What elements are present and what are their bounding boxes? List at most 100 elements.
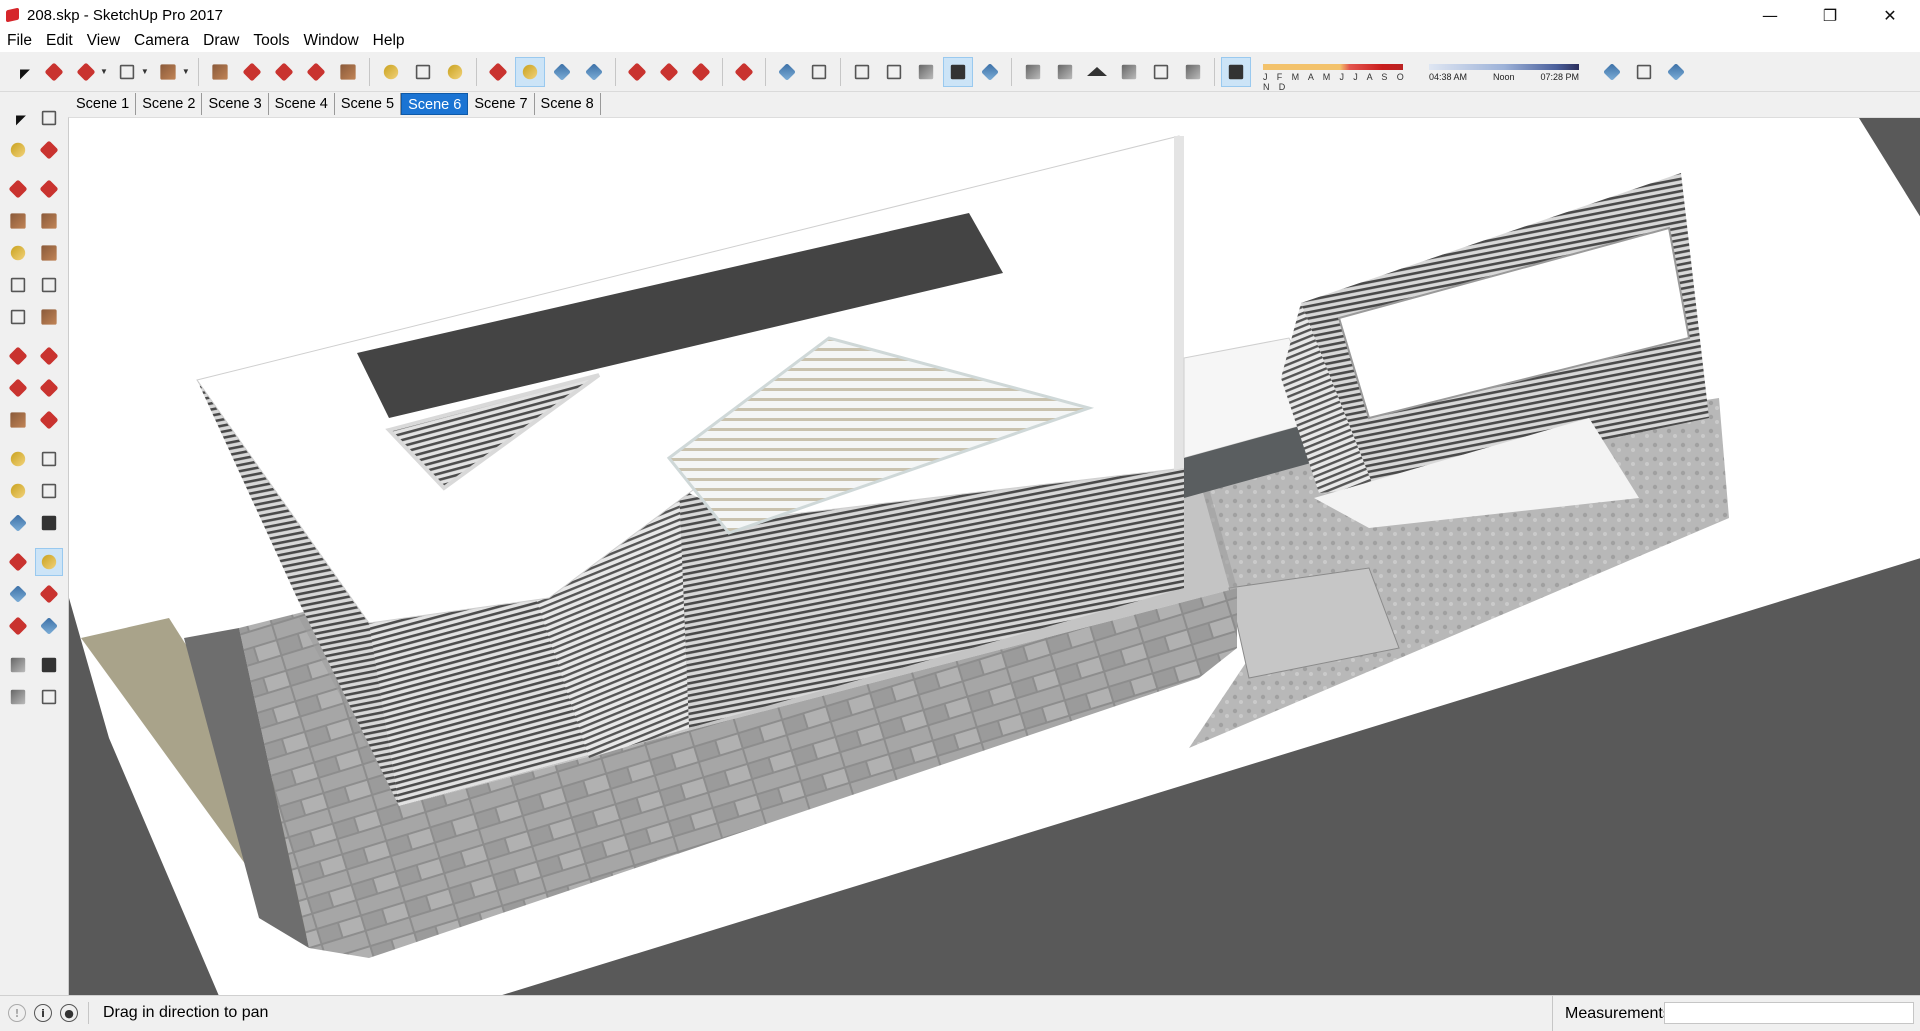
palette-rotate-button[interactable] [4,374,32,402]
palette-section-plane-button[interactable] [35,683,63,711]
zoom-button[interactable] [547,57,577,87]
tab-scene-2[interactable]: Scene 2 [136,93,203,115]
measurements-input[interactable] [1664,1002,1914,1024]
palette-position-camera-button[interactable] [4,651,32,679]
model-scene[interactable] [69,118,1920,995]
palette-line-button[interactable] [4,175,32,203]
right-view-button[interactable] [1114,57,1144,87]
palette-look-around-button[interactable] [35,651,63,679]
monochrome-button[interactable] [975,57,1005,87]
pan-button[interactable] [514,56,545,87]
tape-measure-button[interactable] [376,57,406,87]
palette-tape-button[interactable] [4,445,32,473]
shape-tool-button[interactable] [153,57,183,87]
palette-pan-button[interactable] [35,548,63,576]
palette-3pt-arc-button[interactable] [4,303,32,331]
tab-scene-1[interactable]: Scene 1 [70,93,137,115]
left-view-button[interactable] [1178,57,1208,87]
palette-zoom-extents-button[interactable] [4,612,32,640]
add-location-button[interactable] [1597,57,1627,87]
iso-view-button[interactable] [1018,57,1048,87]
palette-freehand-button[interactable] [35,175,63,203]
restore-button[interactable]: ❐ [1800,0,1860,30]
palette-rectangle-button[interactable] [4,207,32,235]
geolocation-status-icon[interactable]: ! [8,1004,26,1022]
time-slider[interactable] [1429,64,1579,70]
xray-button[interactable] [772,57,802,87]
orbit-button[interactable] [483,57,513,87]
palette-offset-button[interactable] [35,406,63,434]
wireframe-button[interactable] [847,57,877,87]
menu-tools[interactable]: Tools [246,30,296,52]
palette-zoom-button[interactable] [4,580,32,608]
paint-bucket-button[interactable] [440,57,470,87]
move-button[interactable] [269,57,299,87]
palette-follow-me-button[interactable] [35,374,63,402]
palette-orbit-button[interactable] [4,548,32,576]
eraser-tool-button[interactable] [39,57,69,87]
top-view-button[interactable] [1050,57,1080,87]
push-pull-button[interactable] [205,57,235,87]
arc-dropdown-icon[interactable]: ▼ [141,67,149,76]
share-component-button[interactable] [686,57,716,87]
back-edges-button[interactable] [804,57,834,87]
palette-component-button[interactable] [35,104,63,132]
shaded-button[interactable] [911,57,941,87]
menu-draw[interactable]: Draw [196,30,246,52]
tab-scene-3[interactable]: Scene 3 [202,93,269,115]
hidden-line-button[interactable] [879,57,909,87]
tab-scene-4[interactable]: Scene 4 [269,93,335,115]
palette-rotated-rectangle-button[interactable] [35,207,63,235]
palette-push-pull-button[interactable] [35,342,63,370]
shaded-textures-button[interactable] [942,56,973,87]
line-tool-button[interactable] [71,57,101,87]
minimize-button[interactable]: — [1740,0,1800,30]
palette-polygon-button[interactable] [35,239,63,267]
tab-scene-7[interactable]: Scene 7 [468,93,535,115]
menu-help[interactable]: Help [366,30,412,52]
palette-paint-button[interactable] [4,136,32,164]
front-view-button[interactable] [1082,57,1112,87]
menu-edit[interactable]: Edit [39,30,80,52]
user-account-icon[interactable]: ● [60,1004,78,1022]
palette-protractor-button[interactable] [4,477,32,505]
scale-button[interactable] [333,57,363,87]
palette-eraser-button[interactable] [35,136,63,164]
shape-dropdown-icon[interactable]: ▼ [182,67,190,76]
palette-walk-button[interactable] [4,683,32,711]
credits-info-icon[interactable]: i [34,1004,52,1022]
palette-3d-text-button[interactable] [35,509,63,537]
back-view-button[interactable] [1146,57,1176,87]
shadows-toggle-button[interactable] [1220,56,1251,87]
extension-warehouse-button[interactable] [729,57,759,87]
palette-move-button[interactable] [4,342,32,370]
palette-dimension-button[interactable] [35,445,63,473]
palette-zoom-window-button[interactable] [35,580,63,608]
close-button[interactable]: ✕ [1860,0,1920,30]
tab-scene-5[interactable]: Scene 5 [335,93,402,115]
rotate-button[interactable] [301,57,331,87]
palette-2pt-arc-button[interactable] [35,271,63,299]
share-model-button[interactable] [654,57,684,87]
palette-circle-button[interactable] [4,239,32,267]
text-button[interactable] [408,57,438,87]
offset-button[interactable] [237,57,267,87]
palette-text-button[interactable] [35,477,63,505]
palette-previous-view-button[interactable] [35,612,63,640]
palette-pie-button[interactable] [35,303,63,331]
photo-textures-button[interactable] [1661,57,1691,87]
arc-tool-button[interactable] [112,57,142,87]
tab-scene-8[interactable]: Scene 8 [535,93,601,115]
palette-axes-button[interactable] [4,509,32,537]
zoom-extents-button[interactable] [579,57,609,87]
menu-file[interactable]: File [0,30,39,52]
menu-camera[interactable]: Camera [127,30,196,52]
tab-scene-6[interactable]: Scene 6 [401,93,469,115]
menu-window[interactable]: Window [297,30,366,52]
palette-arc-button[interactable] [4,271,32,299]
warehouse-button[interactable] [622,57,652,87]
line-dropdown-icon[interactable]: ▼ [100,67,108,76]
model-viewport[interactable] [68,117,1920,995]
menu-view[interactable]: View [80,30,127,52]
palette-scale-button[interactable] [4,406,32,434]
